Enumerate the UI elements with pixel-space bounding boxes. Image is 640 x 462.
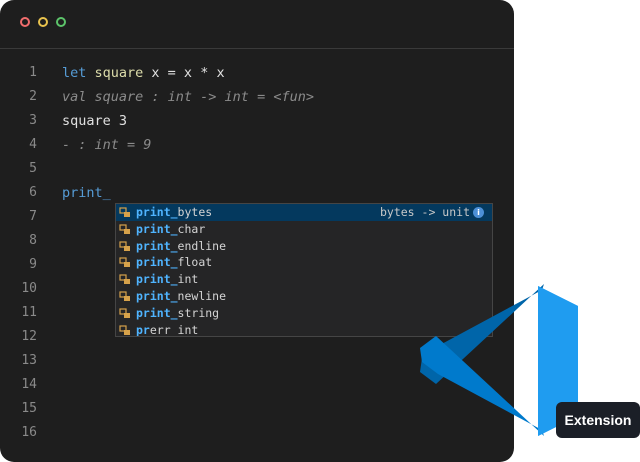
line-number: 15 xyxy=(21,401,37,416)
line-number: 3 xyxy=(29,113,37,128)
method-cube-icon xyxy=(119,274,130,285)
suggestion-item[interactable]: print_float xyxy=(116,254,492,271)
line-number: 7 xyxy=(29,209,37,224)
line-number: 14 xyxy=(21,377,37,392)
suggestion-label: print_int xyxy=(136,271,198,288)
title-bar xyxy=(0,0,514,49)
minimize-window-icon[interactable] xyxy=(38,17,48,27)
suggestion-label: print_float xyxy=(136,254,212,271)
line-number: 9 xyxy=(29,257,37,272)
suggestion-rest: float xyxy=(177,255,213,270)
line-number: 2 xyxy=(29,89,37,104)
line-number: 11 xyxy=(21,305,37,320)
method-cube-icon xyxy=(119,291,130,301)
suggestion-match: print_ xyxy=(136,272,178,287)
close-window-icon[interactable] xyxy=(20,17,30,27)
suggestion-rest: int xyxy=(177,272,199,287)
info-icon[interactable]: i xyxy=(473,207,484,218)
method-cube-icon xyxy=(119,308,130,318)
method-cube-icon xyxy=(119,224,130,234)
method-cube-icon xyxy=(119,240,130,251)
suggestion-rest: newline xyxy=(177,289,227,303)
code-line[interactable]: 6 print_ xyxy=(0,181,514,205)
suggestion-label: print_endline xyxy=(136,238,226,255)
code-text: print_ xyxy=(62,181,111,205)
line-number: 6 xyxy=(29,185,37,200)
code-token: square xyxy=(94,65,144,81)
code-text: square 3 xyxy=(62,109,127,133)
code-text: val square : int -> int = <fun> xyxy=(62,85,314,109)
code-token: let xyxy=(62,65,95,81)
code-line[interactable]: 3 square 3 xyxy=(0,109,514,133)
code-token: val square : int -> int = <fun> xyxy=(62,89,314,105)
line-number: 1 xyxy=(29,65,37,80)
suggestion-label: print_bytes xyxy=(136,204,212,221)
suggestion-detail: bytes -> unit xyxy=(379,205,470,219)
suggestion-rest: bytes xyxy=(177,205,213,219)
suggestion-match: print_ xyxy=(136,289,178,303)
code-text: - : int = 9 xyxy=(62,133,151,157)
suggestion-label: prerr_int xyxy=(136,322,199,337)
suggestion-label: print_newline xyxy=(136,288,226,305)
maximize-window-icon[interactable] xyxy=(56,17,66,27)
suggestion-rest: char xyxy=(177,221,206,236)
line-number: 4 xyxy=(29,137,37,152)
code-token: x = x * x xyxy=(143,65,225,81)
suggestion-rest: string xyxy=(177,305,220,320)
suggestion-item[interactable]: print_bytes bytes -> unit i xyxy=(116,204,492,221)
line-number: 5 xyxy=(29,161,37,176)
code-token: print_ xyxy=(62,185,111,201)
method-cube-icon xyxy=(119,324,130,335)
method-cube-icon xyxy=(119,257,130,268)
code-token: square 3 xyxy=(62,113,128,129)
suggestion-item[interactable]: print_char xyxy=(116,221,492,238)
code-line[interactable]: 4 - : int = 9 xyxy=(0,133,514,157)
suggestion-match: print_ xyxy=(136,255,178,270)
line-number: 8 xyxy=(29,233,37,248)
line-number: 16 xyxy=(21,425,37,440)
suggestion-label: print_string xyxy=(136,305,219,322)
extension-badge: Extension xyxy=(556,402,640,438)
suggestion-match: print_ xyxy=(136,205,178,219)
line-number: 12 xyxy=(21,329,37,344)
suggestion-match: pr xyxy=(136,322,150,337)
suggestion-item[interactable]: print_endline xyxy=(116,238,492,255)
line-number: 13 xyxy=(21,353,37,368)
suggestion-match: print_ xyxy=(136,238,178,253)
suggestion-rest: endline xyxy=(177,238,227,253)
suggestion-match: print_ xyxy=(136,221,178,236)
code-line[interactable]: 5 xyxy=(0,157,514,181)
code-token: - : int = 9 xyxy=(62,137,152,153)
suggestion-match: print_ xyxy=(136,305,178,320)
suggestion-label: print_char xyxy=(136,221,205,238)
code-text: let square x = x * x xyxy=(62,61,225,85)
code-line[interactable]: 2 val square : int -> int = <fun> xyxy=(0,85,514,109)
method-cube-icon xyxy=(119,207,130,217)
suggestion-rest: err_int xyxy=(149,322,199,337)
code-line[interactable]: 1 let square x = x * x xyxy=(0,61,514,85)
line-number: 10 xyxy=(21,281,37,296)
